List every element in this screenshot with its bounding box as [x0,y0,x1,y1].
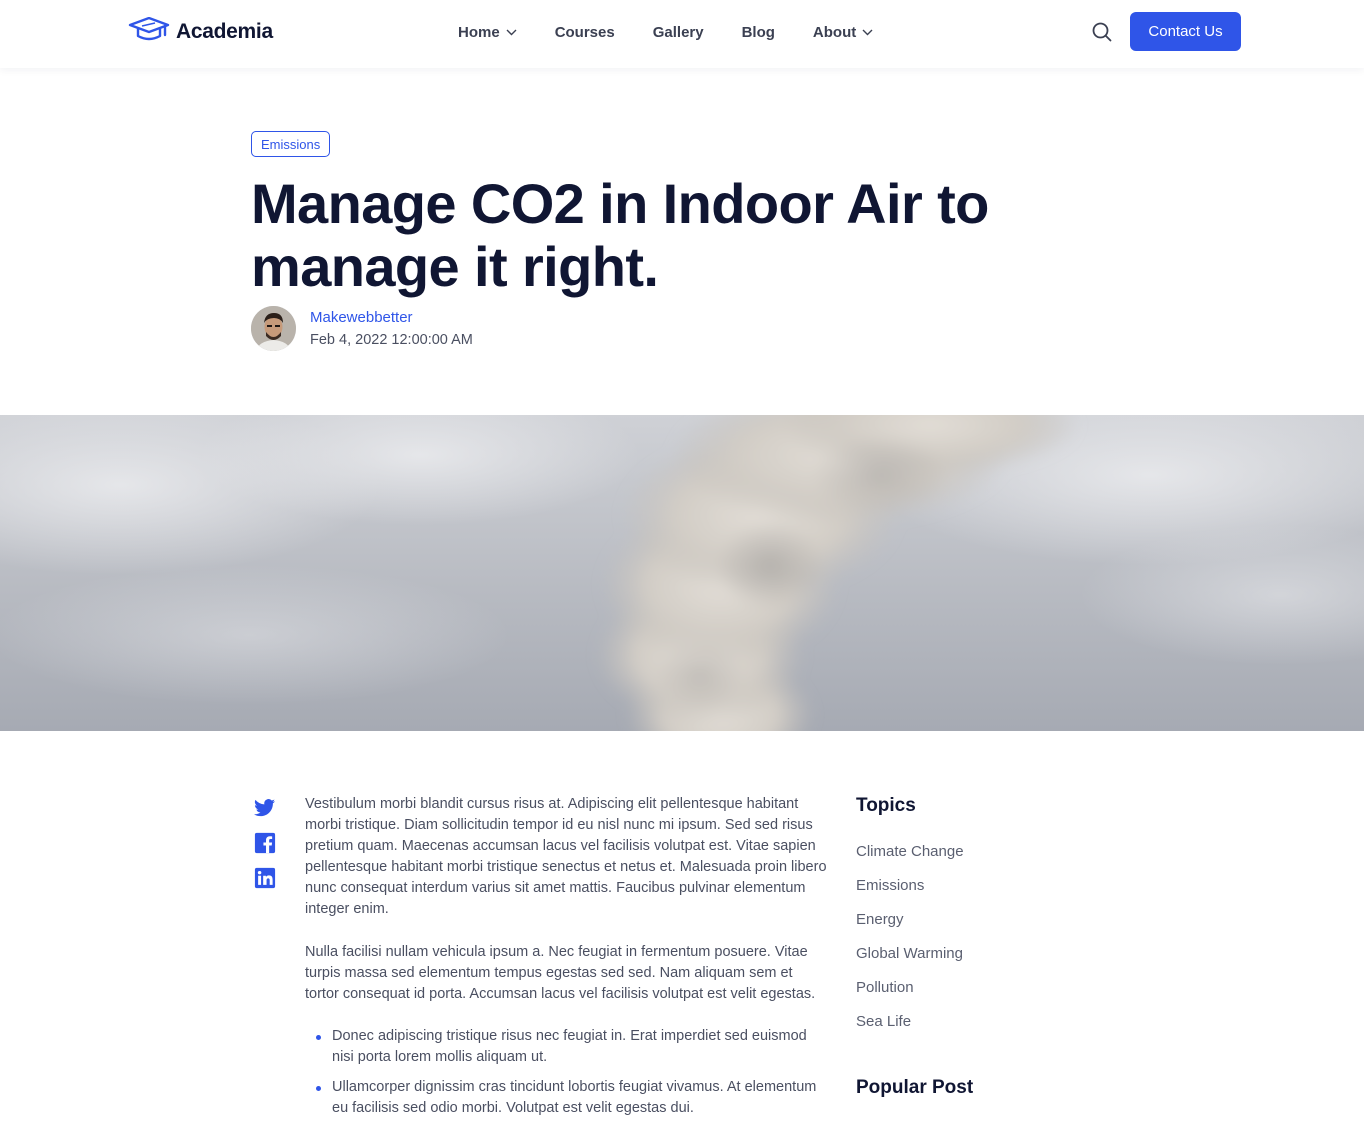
nav-item-label: Home [458,23,500,41]
graduation-cap-icon [128,16,170,48]
nav-item-label: Gallery [652,23,704,41]
topic-link-sea-life[interactable]: Sea Life [856,1013,1116,1047]
search-icon [1090,22,1114,48]
brand-name: Academia [176,20,273,43]
nav-item-home[interactable]: Home [458,24,517,41]
contact-us-button[interactable]: Contact Us [1130,12,1241,51]
author-name[interactable]: Makewebbetter [310,309,413,326]
social-share [254,797,278,902]
twitter-icon[interactable] [254,797,276,819]
topic-link-climate-change[interactable]: Climate Change [856,843,1116,877]
main-nav: Home Courses Gallery Blog About [458,20,873,44]
article-paragraph: Vestibulum morbi blandit cursus risus at… [305,796,827,917]
nav-item-courses[interactable]: Courses [555,24,615,41]
list-item: Ullamcorper dignissim cras tincidunt lob… [305,1077,830,1119]
topic-link-global-warming[interactable]: Global Warming [856,945,1116,979]
article-paragraph: Nulla facilisi nullam vehicula ipsum a. … [305,944,816,1002]
chevron-down-icon [862,29,873,36]
nav-item-label: About [812,23,857,41]
search-button[interactable] [1090,20,1114,44]
site-header: Academia Home Courses Gallery Blog About [0,0,1364,68]
category-tag[interactable]: Emissions [251,131,331,157]
chevron-down-icon [506,29,517,36]
sidebar: Topics Climate Change Emissions Energy G… [856,795,1116,1047]
list-item: Donec adipiscing tristique risus nec feu… [305,1026,830,1068]
post-title: Manage CO2 in Indoor Air to manage it ri… [251,172,989,298]
brand-logo[interactable]: Academia [128,16,273,48]
nav-item-label: Courses [554,23,615,41]
topic-link-energy[interactable]: Energy [856,911,1116,945]
post-date: Feb 4, 2022 12:00:00 AM [310,332,473,348]
article-body: Vestibulum morbi blandit cursus risus at… [305,794,830,1123]
author-avatar[interactable] [251,306,296,351]
nav-item-label: Blog [741,23,775,41]
article-bullet-list: Donec adipiscing tristique risus nec feu… [305,1026,830,1119]
popular-post-heading: Popular Post [856,1077,974,1098]
facebook-icon[interactable] [254,832,276,854]
topic-link-pollution[interactable]: Pollution [856,979,1116,1013]
topics-heading: Topics [856,795,916,816]
nav-item-about[interactable]: About [813,24,873,41]
nav-item-blog[interactable]: Blog [742,24,775,41]
linkedin-icon[interactable] [254,867,276,889]
topics-list: Climate Change Emissions Energy Global W… [856,843,1116,1047]
hero-image-smoke [0,415,1364,731]
topic-link-emissions[interactable]: Emissions [856,877,1116,911]
nav-item-gallery[interactable]: Gallery [653,24,704,41]
